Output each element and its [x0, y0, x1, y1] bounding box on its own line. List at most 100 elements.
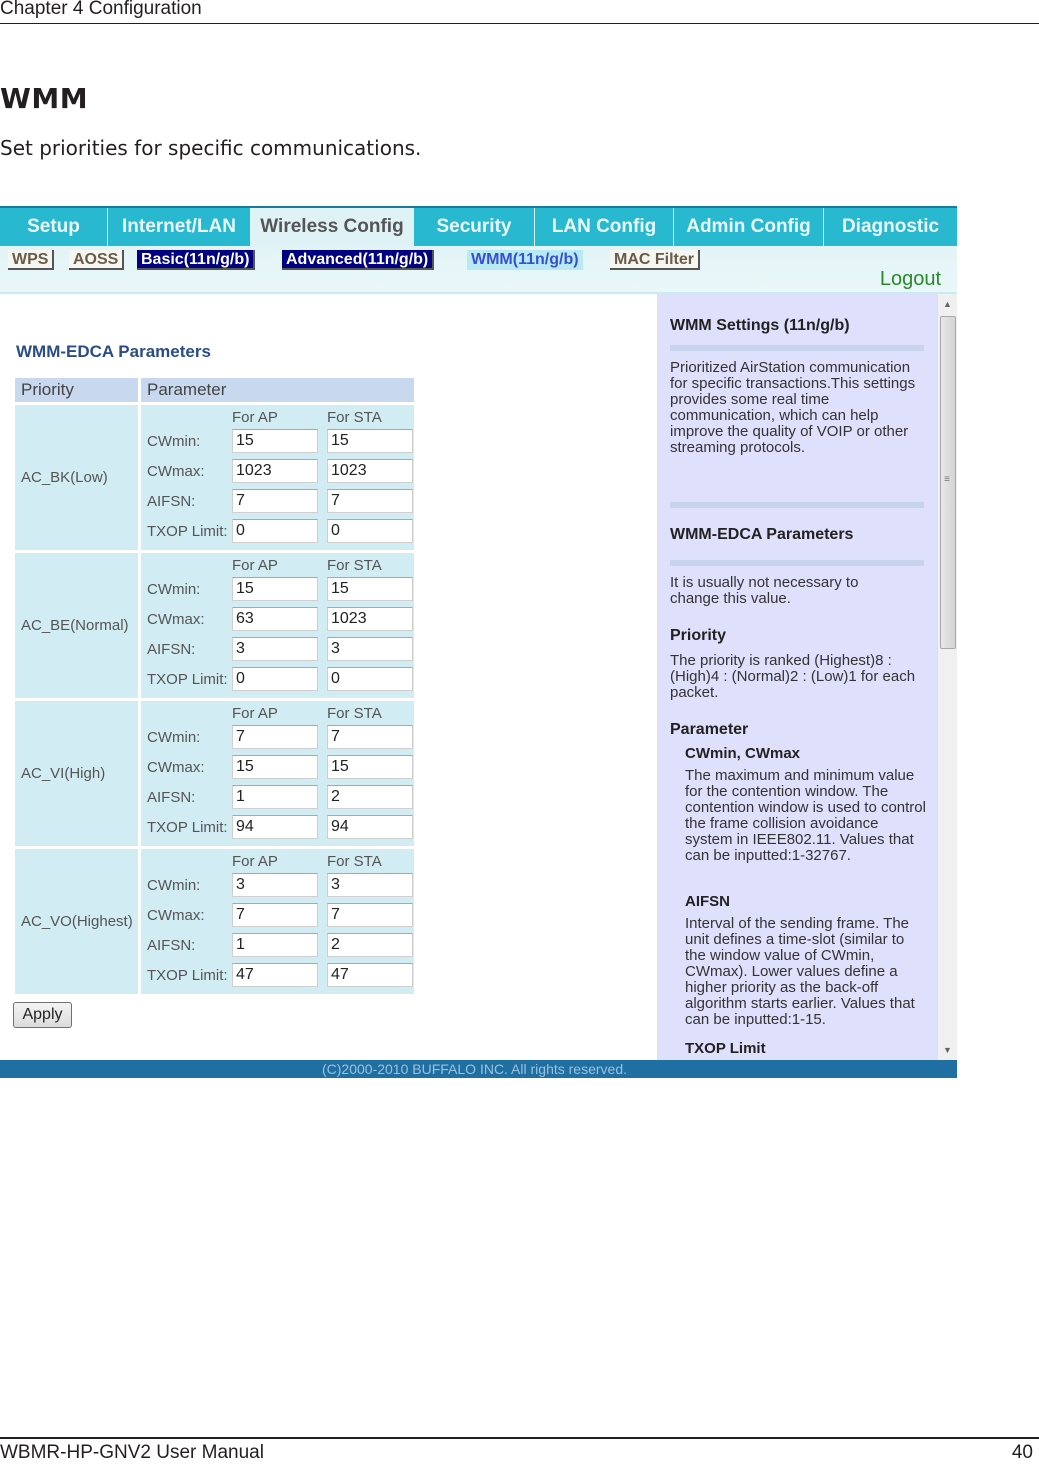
ap-value-input[interactable]: [232, 489, 318, 513]
ap-value-input[interactable]: [232, 903, 318, 927]
parameter-cell: For AP For STA CWmin: CWmax: AIFSN: TXOP Limi…: [141, 849, 414, 994]
help-cw-text: The maximum and minimum value for the co…: [685, 767, 926, 864]
ap-value-input[interactable]: [232, 933, 318, 957]
parameter-cell: For AP For STA CWmin: CWmax: AIFSN: TXOP Limi…: [141, 701, 414, 846]
col-for-sta: For STA: [327, 408, 382, 426]
subtab-wps[interactable]: WPS: [8, 250, 55, 270]
ap-value-input[interactable]: [232, 815, 318, 839]
sta-value-input[interactable]: [327, 577, 413, 601]
subtab-aoss[interactable]: AOSS: [69, 250, 125, 270]
help-cw-title: CWmin, CWmax: [685, 745, 801, 762]
doc-subtitle: Set priorities for specific communicatio…: [0, 136, 422, 160]
ap-value-input[interactable]: [232, 459, 318, 483]
tab-lan-config[interactable]: LAN Config: [535, 208, 674, 246]
parameter-grid: For AP For STA CWmin: CWmax: AIFSN: TXOP Limi…: [147, 408, 413, 546]
parameter-grid: For AP For STA CWmin: CWmax: AIFSN: TXOP Limi…: [147, 852, 413, 990]
apply-button[interactable]: Apply: [13, 1002, 72, 1028]
subtab-advanced[interactable]: Advanced(11n/g/b): [282, 250, 435, 270]
priority-label: AC_VI(High): [15, 701, 138, 846]
copyright-bar: (C)2000-2010 BUFFALO INC. All rights res…: [0, 1060, 957, 1078]
logout-link[interactable]: Logout: [880, 268, 941, 291]
ap-value-input[interactable]: [232, 667, 318, 691]
scrollbar-thumb[interactable]: ≡: [940, 316, 956, 649]
subtab-wmm[interactable]: WMM(11n/g/b): [467, 250, 583, 270]
priority-row: AC_BK(Low) For AP For STA CWmin: CWmax: AIFSN…: [15, 405, 414, 550]
help-divider: [670, 345, 924, 351]
tab-setup[interactable]: Setup: [0, 208, 108, 246]
sta-value-input[interactable]: [327, 933, 413, 957]
parameter-row: AIFSN:: [147, 930, 413, 960]
sta-value-input[interactable]: [327, 873, 413, 897]
chapter-header: Chapter 4 Configuration: [0, 0, 1039, 24]
priority-row: AC_VO(Highest) For AP For STA CWmin: CWmax: A…: [15, 849, 414, 994]
parameter-label: CWmin:: [147, 876, 201, 894]
parameter-grid: For AP For STA CWmin: CWmax: AIFSN: TXOP Limi…: [147, 556, 413, 694]
parameter-cell: For AP For STA CWmin: CWmax: AIFSN: TXOP Limi…: [141, 553, 414, 698]
spacer: [147, 852, 232, 870]
sta-value-input[interactable]: [327, 903, 413, 927]
sta-value-input[interactable]: [327, 785, 413, 809]
sta-value-input[interactable]: [327, 667, 413, 691]
sta-value-input[interactable]: [327, 489, 413, 513]
tab-diagnostic[interactable]: Diagnostic: [824, 208, 957, 246]
ap-value-input[interactable]: [232, 725, 318, 749]
ap-value-input[interactable]: [232, 577, 318, 601]
spacer: [147, 556, 232, 574]
subtab-mac-filter[interactable]: MAC Filter: [610, 250, 700, 270]
ap-value-input[interactable]: [232, 637, 318, 661]
parameter-label: CWmin:: [147, 728, 201, 746]
parameter-row: AIFSN:: [147, 486, 413, 516]
scroll-up-arrow-icon[interactable]: ▲: [938, 296, 957, 312]
parameter-label: TXOP Limit:: [147, 670, 228, 688]
main-content: WMM-EDCA Parameters Priority Parameter A…: [0, 294, 657, 1060]
help-edca-text: It is usually not necessary to change th…: [670, 574, 859, 607]
col-for-ap: For AP: [232, 408, 278, 426]
sta-value-input[interactable]: [327, 637, 413, 661]
sta-value-input[interactable]: [327, 815, 413, 839]
parameter-row: TXOP Limit:: [147, 664, 413, 694]
col-for-ap: For AP: [232, 556, 278, 574]
header-priority: Priority: [15, 378, 138, 402]
parameter-row: AIFSN:: [147, 782, 413, 812]
sta-value-input[interactable]: [327, 607, 413, 631]
sta-value-input[interactable]: [327, 963, 413, 987]
copyright-text: (C)2000-2010 BUFFALO INC. All rights res…: [321, 1061, 627, 1077]
parameter-label: CWmax:: [147, 610, 205, 628]
tab-wireless-config[interactable]: Wireless Config: [251, 208, 414, 246]
ap-value-input[interactable]: [232, 607, 318, 631]
ap-value-input[interactable]: [232, 429, 318, 453]
ap-value-input[interactable]: [232, 785, 318, 809]
col-for-ap: For AP: [232, 704, 278, 722]
parameter-row: CWmax:: [147, 752, 413, 782]
sta-value-input[interactable]: [327, 725, 413, 749]
ap-value-input[interactable]: [232, 873, 318, 897]
sta-value-input[interactable]: [327, 459, 413, 483]
tab-internet-lan[interactable]: Internet/LAN: [108, 208, 251, 246]
header-parameter: Parameter: [141, 378, 414, 402]
help-divider: [670, 502, 924, 508]
tab-admin-config[interactable]: Admin Config: [674, 208, 824, 246]
ap-value-input[interactable]: [232, 755, 318, 779]
col-for-sta: For STA: [327, 704, 382, 722]
help-divider: [670, 560, 924, 566]
priority-label: AC_VO(Highest): [15, 849, 138, 994]
sta-value-input[interactable]: [327, 429, 413, 453]
parameter-label: CWmax:: [147, 758, 205, 776]
priority-row: AC_VI(High) For AP For STA CWmin: CWmax: AIFS…: [15, 701, 414, 846]
subtab-basic[interactable]: Basic(11n/g/b): [137, 250, 256, 270]
top-nav: Setup Internet/LAN Wireless Config Secur…: [0, 206, 957, 246]
help-scrollbar[interactable]: ▲ ≡ ▼: [937, 294, 957, 1060]
spacer: [147, 704, 232, 722]
parameter-row: TXOP Limit:: [147, 516, 413, 546]
ap-value-input[interactable]: [232, 519, 318, 543]
sta-value-input[interactable]: [327, 519, 413, 543]
parameter-label: TXOP Limit:: [147, 522, 228, 540]
tab-security[interactable]: Security: [414, 208, 535, 246]
sta-value-input[interactable]: [327, 755, 413, 779]
priority-label: AC_BK(Low): [15, 405, 138, 550]
help-aifsn-title: AIFSN: [685, 893, 730, 910]
help-parameter-title: Parameter: [670, 721, 749, 738]
col-for-ap: For AP: [232, 852, 278, 870]
scroll-down-arrow-icon[interactable]: ▼: [938, 1042, 957, 1058]
ap-value-input[interactable]: [232, 963, 318, 987]
